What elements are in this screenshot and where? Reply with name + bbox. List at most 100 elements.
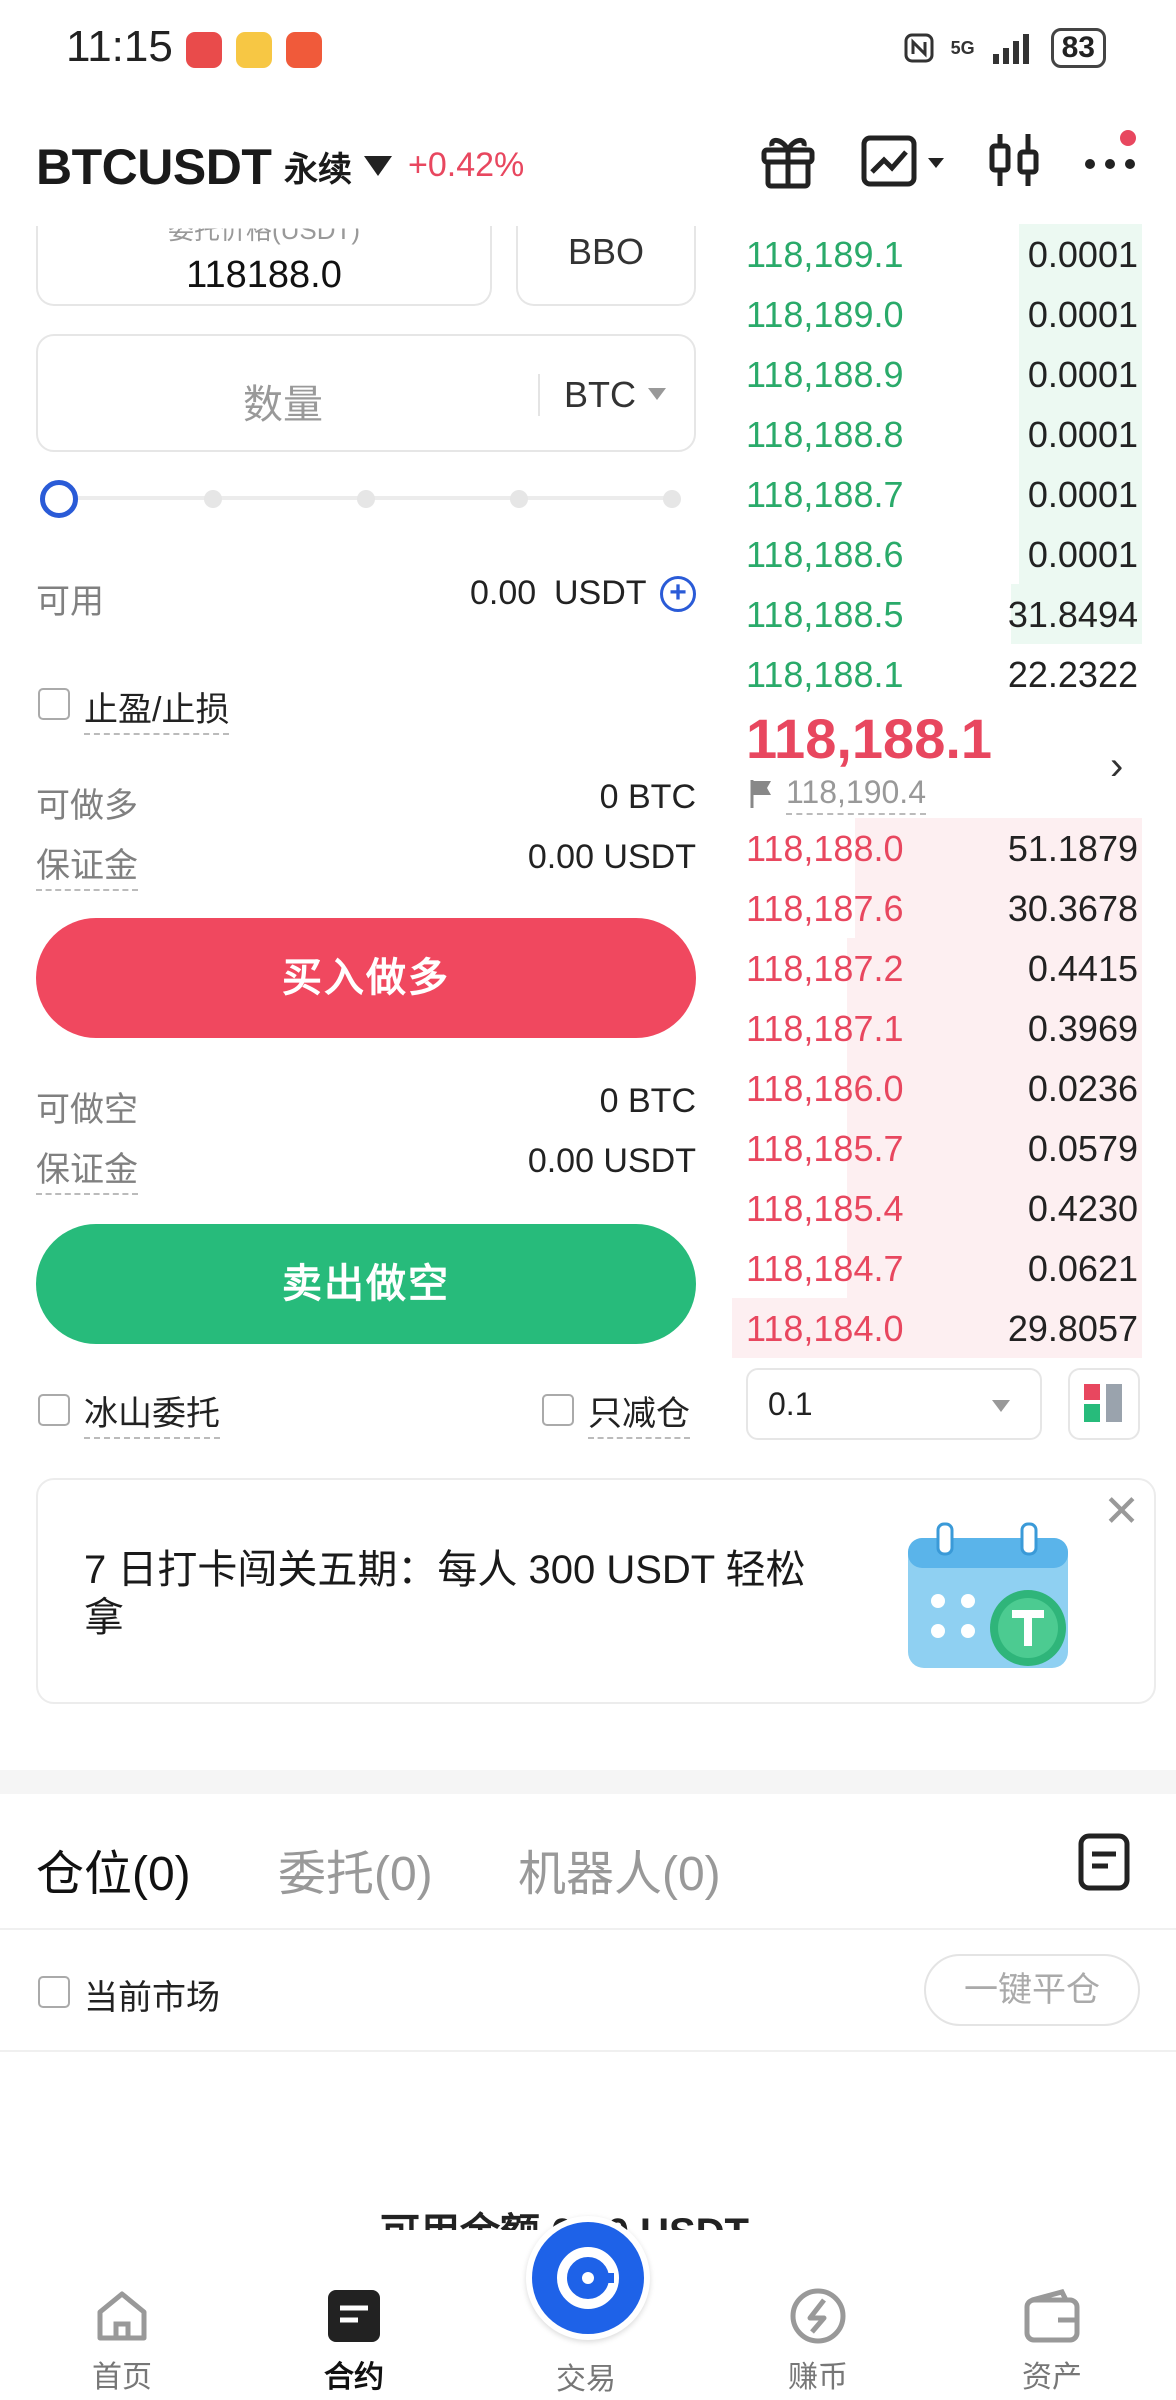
bid-price: 118,188.0 [746,828,904,869]
chevron-right-icon[interactable]: › [1110,744,1123,789]
short-margin-value: 0.00 USDT [527,1142,696,1180]
ask-qty: 31.8494 [1007,594,1138,635]
bid-row[interactable]: 118,188.0 51.1879 [732,818,1142,878]
iceberg-checkbox[interactable] [38,1394,70,1426]
price-change: +0.42% [408,146,525,184]
tab-orders[interactable]: 委托(0) [278,1834,433,1904]
mark-price[interactable]: 118,190.4 [786,774,926,815]
current-market-label[interactable]: 当前市场 [84,1970,220,2019]
tp-sl-checkbox[interactable] [38,688,70,720]
nav-contract-label: 合约 [324,2361,384,2394]
quantity-input[interactable]: 数量 BTC [36,334,696,452]
nav-trade[interactable]: 交易 [506,2354,666,2398]
ask-row[interactable]: 118,188.6 0.0001 [732,524,1142,584]
bid-price: 118,185.4 [746,1188,904,1229]
bid-row[interactable]: 118,186.0 0.0236 [732,1058,1142,1118]
price-input[interactable]: 委托价格(USDT) 118188.0 [36,226,492,306]
slider-stop-100[interactable] [663,490,681,508]
reduce-only-checkbox[interactable] [542,1394,574,1426]
ask-row[interactable]: 118,189.1 0.0001 [732,224,1142,284]
promo-banner[interactable]: 7 日打卡闯关五期：每人 300 USDT 轻松拿 ✕ [36,1478,1156,1704]
chart-icon[interactable] [858,128,950,192]
tab-bots[interactable]: 机器人(0) [518,1834,721,1904]
tp-sl-label[interactable]: 止盈/止损 [84,682,230,735]
bid-row[interactable]: 118,187.6 30.3678 [732,878,1142,938]
bid-price: 118,184.7 [746,1248,904,1289]
contract-type[interactable]: 永续 [284,142,352,191]
sell-short-button[interactable]: 卖出做空 [36,1224,696,1344]
price-value[interactable]: 118188.0 [38,254,490,297]
quantity-unit-select[interactable]: BTC [564,374,636,416]
nav-home[interactable]: 首页 [42,2286,202,2396]
close-icon[interactable]: ✕ [1103,1486,1140,1537]
network-type: 5G [950,37,975,58]
tab-positions[interactable]: 仓位(0) [36,1834,191,1904]
buy-long-button[interactable]: 买入做多 [36,918,696,1038]
gift-icon[interactable] [756,128,820,192]
bid-row[interactable]: 118,184.7 0.0621 [732,1238,1142,1298]
bid-row[interactable]: 118,185.4 0.4230 [732,1178,1142,1238]
promo-text[interactable]: 7 日打卡闯关五期：每人 300 USDT 轻松拿 [84,1546,824,1642]
slider-stop-25[interactable] [204,490,222,508]
symbol-title[interactable]: BTCUSDT [36,138,272,196]
bid-row[interactable]: 118,185.7 0.0579 [732,1118,1142,1178]
bid-row[interactable]: 118,187.1 0.3969 [732,998,1142,1058]
current-market-checkbox[interactable] [38,1976,70,2008]
ask-row[interactable]: 118,188.1 22.2322 [732,644,1142,704]
ask-qty: 0.0001 [1027,354,1138,395]
ask-row[interactable]: 118,189.0 0.0001 [732,284,1142,344]
signal-icon [992,34,1029,64]
earn-icon [790,2288,846,2344]
contract-dropdown-caret-icon[interactable] [364,156,392,176]
music-app-icon [286,32,322,68]
bid-row[interactable]: 118,184.0 29.8057 [732,1298,1142,1358]
reduce-only-label[interactable]: 只减仓 [588,1386,690,1439]
candlestick-icon[interactable] [982,128,1046,192]
unit-dropdown-caret-icon[interactable] [648,388,666,400]
ask-row[interactable]: 118,188.9 0.0001 [732,344,1142,404]
available-label: 可用 [36,583,104,621]
trade-fab-button[interactable] [526,2216,650,2340]
ask-row[interactable]: 118,188.7 0.0001 [732,464,1142,524]
ask-row[interactable]: 118,188.5 31.8494 [732,584,1142,644]
precision-caret-icon [992,1400,1010,1412]
close-all-button[interactable]: 一键平仓 [924,1954,1140,2026]
slider-stop-75[interactable] [510,490,528,508]
long-margin-value: 0.00 USDT [527,838,696,876]
available-unit: USDT [554,574,647,612]
slider-stop-50[interactable] [357,490,375,508]
bbo-button[interactable]: BBO [516,226,696,306]
bid-price: 118,185.7 [746,1128,904,1169]
ask-qty: 0.0001 [1027,414,1138,455]
long-margin-label[interactable]: 保证金 [36,838,138,891]
bid-qty: 0.0579 [1027,1128,1138,1169]
ask-price: 118,188.8 [746,414,904,455]
quantity-placeholder[interactable]: 数量 [38,372,528,430]
weibo-app-icon [236,32,272,68]
bid-qty: 0.0621 [1027,1248,1138,1289]
bid-price: 118,186.0 [746,1068,904,1109]
contract-icon [328,2290,380,2342]
calendar-usdt-illustration-icon [908,1522,1068,1668]
nav-trade-label: 交易 [556,2363,616,2396]
ask-price: 118,188.1 [746,654,904,695]
nav-earn[interactable]: 赚币 [738,2286,898,2396]
ask-row[interactable]: 118,188.8 0.0001 [732,404,1142,464]
bid-price: 118,187.1 [746,1008,904,1049]
iceberg-label[interactable]: 冰山委托 [84,1386,220,1439]
max-short-label: 可做空 [36,1091,138,1129]
nav-assets-label: 资产 [1022,2361,1082,2394]
last-price[interactable]: 118,188.1 [746,706,992,771]
status-notification-icons [186,32,322,68]
nav-contract[interactable]: 合约 [274,2286,434,2396]
max-short-value: 0 BTC [599,1082,696,1120]
precision-select[interactable]: 0.1 [746,1368,1042,1440]
nav-assets[interactable]: 资产 [972,2286,1132,2396]
order-history-icon[interactable] [1076,1832,1132,1892]
bid-row[interactable]: 118,187.2 0.4415 [732,938,1142,998]
short-margin-label[interactable]: 保证金 [36,1142,138,1195]
book-layout-button[interactable] [1068,1368,1140,1440]
amount-slider-handle[interactable] [40,480,78,518]
available-value: 0.00 [470,574,537,612]
transfer-plus-icon[interactable]: + [660,576,696,612]
